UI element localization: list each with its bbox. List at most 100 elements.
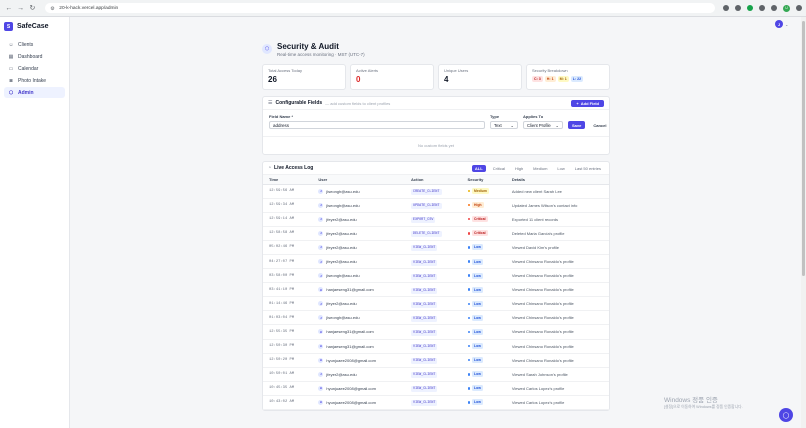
action-badge: EXPORT_CSV [411, 217, 436, 224]
sidebar-item-calendar[interactable]: ▭ Calendar [4, 63, 65, 74]
watermark-title: Windows 정품 인증 [664, 397, 718, 404]
table-row[interactable]: 03:41:10 PM Hhanjaeseng31@gmail.com VIEW_C… [263, 282, 609, 298]
bookmark-icon[interactable] [735, 5, 742, 11]
user-avatar: H [318, 385, 324, 391]
stat-label: Unique Users [444, 68, 469, 73]
stat-label: Security Breakdown [532, 68, 568, 73]
action-badge: VIEW_CLIENT [411, 287, 438, 294]
sidebar-item-admin[interactable]: ⬡ Admin [4, 87, 65, 98]
site-info-icon[interactable]: ⚙ [50, 6, 55, 12]
user-email: jfeyer2@asu.edu [326, 259, 357, 265]
stat-label: Active Alerts [356, 68, 379, 73]
table-row[interactable]: 10:45:35 AM Hhyunjuaee2008@gmail.com VIEW_… [263, 381, 609, 396]
security-cell: Low [461, 339, 506, 354]
users-icon: ☺ [8, 41, 14, 48]
field-name-label: Field Name * [269, 114, 294, 119]
brand[interactable]: S SafeCase [4, 22, 65, 31]
chip-low: L: 22 [570, 76, 584, 82]
table-row[interactable]: 10:50:01 AM Jjfeyer2@asu.edu VIEW_CLIENT Lo… [263, 367, 609, 382]
media-icon[interactable] [771, 5, 778, 11]
table-row[interactable]: 12:59:34 AM Jjlseongh@asu.edu UPDATE_CLIEN… [263, 198, 609, 213]
field-name-input[interactable] [269, 121, 485, 129]
applies-to-select[interactable]: Client Profile ⌄ [523, 121, 563, 129]
grid-icon: ▦ [8, 53, 14, 60]
table-row[interactable]: 05:02:46 PM Jjfeyer2@asu.edu VIEW_CLIENT Lo… [263, 240, 609, 255]
chip-medium: M: 1 [557, 76, 569, 82]
action-badge: VIEW_CLIENT [411, 315, 438, 322]
table-row[interactable]: 12:58:58 AM Jjfeyer2@asu.edu DELETE_CLIENT… [263, 226, 609, 241]
user-email: jfeyer2@asu.edu [326, 244, 357, 250]
add-field-button[interactable]: + Add Field [571, 99, 604, 107]
details-cell: Viewed Chinsano Ronaldo's profile [505, 324, 609, 340]
table-row[interactable]: 03:58:00 PM Jjlseongh@asu.edu VIEW_CLIENT L… [263, 268, 609, 284]
severity-dot [467, 288, 471, 291]
filter-critical[interactable]: Critical [490, 165, 508, 172]
user-email: jlseongh@asu.edu [326, 273, 360, 279]
user-cell: Hhanjaeseng31@gmail.com [312, 324, 406, 340]
extension-icon[interactable] [747, 5, 754, 11]
action-cell: DELETE_CLIENT [405, 226, 462, 241]
chat-button[interactable]: ◯ [779, 408, 793, 422]
browser-toolbar: ← → ↻ ⚙ 20-k-hack.vercel.app/admin U [0, 0, 806, 17]
severity-dot [467, 302, 471, 306]
sidebar-item-dashboard[interactable]: ▦ Dashboard [4, 51, 65, 62]
user-cell: Hhyunjuaee2008@gmail.com [312, 395, 406, 411]
user-avatar: H [318, 357, 324, 363]
table-row[interactable]: 12:59:14 AM Jjfeyer2@asu.edu EXPORT_CSV Cri… [263, 212, 609, 227]
severity-dot [467, 260, 471, 263]
stat-value: 26 [268, 75, 277, 84]
user-menu[interactable]: J ⌄ [775, 20, 788, 28]
user-email: jfeyer2@asu.edu [326, 216, 357, 222]
page-subtitle: Real-time access monitoring · MST (UTC-7… [277, 51, 365, 57]
user-avatar: J [318, 301, 324, 307]
back-icon[interactable]: ← [4, 3, 14, 13]
address-bar[interactable]: ⚙ 20-k-hack.vercel.app/admin [45, 3, 716, 13]
column-header-action: Action [405, 175, 462, 185]
security-cell: Low [461, 395, 506, 411]
filter-all[interactable]: ALL [471, 164, 486, 172]
scrollbar-thumb[interactable] [802, 21, 805, 276]
details-cell: Viewed Chinsano Ronaldo's profile [505, 353, 609, 368]
filter-low[interactable]: Low [554, 165, 567, 172]
table-row[interactable]: 04:27:07 PM Jjfeyer2@asu.edu VIEW_CLIENT Lo… [263, 254, 609, 270]
brand-logo: S [4, 22, 13, 31]
details-cell: Viewed David Kim's profile [505, 240, 609, 255]
shield-icon: ⬡ [8, 89, 14, 96]
browser-menu-icon[interactable] [796, 5, 803, 11]
table-row[interactable]: 10:43:02 AM Hhyunjuaee2008@gmail.com VIEW_… [263, 395, 609, 411]
reload-icon[interactable]: ↻ [28, 3, 38, 13]
type-select[interactable]: Text ⌄ [490, 121, 518, 129]
extensions-puzzle-icon[interactable] [759, 5, 766, 11]
cancel-button[interactable]: Cancel [590, 121, 609, 129]
sliders-icon: ☰ [268, 100, 273, 106]
action-badge: VIEW_CLIENT [411, 301, 438, 308]
time-cell: 10:50:01 AM [263, 367, 313, 382]
save-button[interactable]: Save [568, 121, 586, 129]
page-scrollbar[interactable] [801, 17, 806, 428]
table-body: 12:59:56 AM Jjlseongh@asu.edu CREATE_CLIEN… [263, 184, 609, 411]
url-text: 20-k-hack.vercel.app/admin [59, 5, 119, 11]
user-avatar: J [318, 259, 324, 265]
filter-medium[interactable]: Medium [530, 165, 550, 172]
table-row[interactable]: 12:55:35 PM Hhanjaeseng31@gmail.com VIEW_C… [263, 324, 609, 340]
filter-high[interactable]: High [512, 165, 526, 172]
action-badge: CREATE_CLIENT [411, 189, 442, 196]
table-row[interactable]: 01:03:04 PM Jjlseongh@asu.edu VIEW_CLIENT L… [263, 310, 609, 326]
forward-icon[interactable]: → [16, 3, 26, 13]
user-email: hyunjuaee2008@gmail.com [326, 385, 376, 391]
browser-profile-avatar[interactable]: U [783, 4, 791, 12]
sidebar-item-label: Admin [18, 89, 34, 96]
sidebar-item-clients[interactable]: ☺ Clients [4, 39, 65, 50]
action-badge: UPDATE_CLIENT [411, 203, 442, 210]
table-row[interactable]: 12:50:20 PM Hhyunjuaee2008@gmail.com VIEW_… [263, 353, 609, 368]
time-cell: 10:45:35 AM [263, 381, 313, 396]
column-header-time: Time [263, 175, 313, 185]
page-title: Security & Audit [277, 41, 339, 51]
table-row[interactable]: 12:50:30 PM Hhanjaeseng31@gmail.com VIEW_C… [263, 339, 609, 354]
translate-icon[interactable] [723, 5, 730, 11]
table-row[interactable]: 12:59:56 AM Jjlseongh@asu.edu CREATE_CLIEN… [263, 184, 609, 199]
user-avatar: J [318, 244, 324, 250]
table-row[interactable]: 01:14:46 PM Jjfeyer2@asu.edu VIEW_CLIENT Lo… [263, 296, 609, 312]
sidebar-item-photo-intake[interactable]: ◙ Photo Intake [4, 75, 65, 86]
action-cell: VIEW_CLIENT [405, 254, 462, 270]
